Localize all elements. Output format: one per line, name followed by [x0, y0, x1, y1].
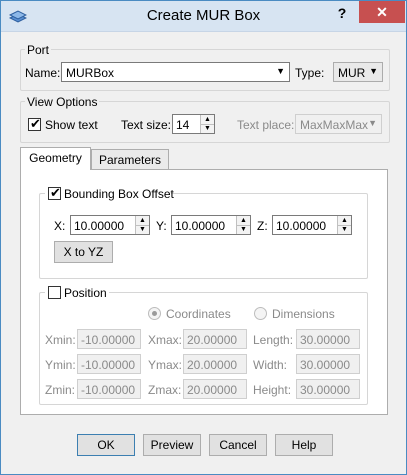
tab-parameters[interactable]: Parameters: [91, 149, 169, 171]
dialog-window: Create MUR Box ? ✕ Port Name: MURBox ▼ T…: [0, 0, 407, 475]
radio-selected-dot: [152, 311, 157, 316]
dimensions-radio[interactable]: [254, 307, 267, 320]
type-label: Type:: [295, 66, 325, 80]
y-offset-stepper[interactable]: ▲ ▼: [236, 216, 250, 234]
bounding-box-group: [39, 193, 368, 279]
name-value: MURBox: [66, 66, 115, 80]
title-bar[interactable]: Create MUR Box ? ✕: [1, 1, 406, 32]
xmax-value: 20.00000: [187, 333, 238, 347]
z-offset-value: 10.00000: [276, 219, 327, 233]
y-label: Y:: [156, 219, 167, 233]
coordinates-label[interactable]: Coordinates: [166, 307, 231, 321]
chevron-down-icon[interactable]: ▼: [369, 66, 378, 76]
port-group-title: Port: [25, 43, 52, 57]
dimensions-label[interactable]: Dimensions: [272, 307, 335, 321]
x-offset-spinbox[interactable]: 10.00000 ▲ ▼: [70, 215, 150, 235]
coordinates-radio[interactable]: [148, 307, 161, 320]
y-offset-value: 10.00000: [175, 219, 226, 233]
name-combobox[interactable]: MURBox ▼: [61, 62, 290, 82]
text-size-value: 14: [176, 118, 190, 132]
zmax-label: Zmax:: [148, 383, 182, 397]
length-field[interactable]: 30.00000: [296, 329, 360, 349]
zmin-value: -10.00000: [81, 383, 136, 397]
arrow-down-icon[interactable]: ▼: [338, 225, 351, 234]
name-label: Name:: [25, 66, 61, 80]
position-checkbox[interactable]: [48, 286, 61, 299]
chevron-down-icon[interactable]: ▼: [276, 66, 285, 76]
show-text-checkbox[interactable]: ✔: [28, 116, 41, 131]
ymin-field[interactable]: -10.00000: [77, 354, 141, 374]
bounding-box-label[interactable]: Bounding Box Offset: [64, 187, 174, 201]
z-offset-spinbox[interactable]: 10.00000 ▲ ▼: [272, 215, 352, 235]
position-label[interactable]: Position: [64, 286, 107, 300]
ymin-label: Ymin:: [45, 358, 76, 372]
ymin-value: -10.00000: [81, 358, 136, 372]
xmax-label: Xmax:: [148, 333, 183, 347]
y-offset-spinbox[interactable]: 10.00000 ▲ ▼: [171, 215, 251, 235]
ymax-label: Ymax:: [148, 358, 183, 372]
chevron-down-icon[interactable]: ▼: [368, 118, 377, 128]
xmin-field[interactable]: -10.00000: [77, 329, 141, 349]
x-offset-value: 10.00000: [74, 219, 125, 233]
preview-button[interactable]: Preview: [143, 434, 201, 456]
title-help-button[interactable]: ?: [331, 3, 353, 23]
check-icon: ✔: [50, 185, 61, 200]
ymax-value: 20.00000: [187, 358, 238, 372]
z-label: Z:: [257, 219, 268, 233]
text-size-stepper[interactable]: ▲ ▼: [200, 115, 214, 133]
text-place-combobox[interactable]: MaxMaxMax ▼: [295, 114, 382, 134]
type-value: MUR: [338, 66, 366, 80]
length-value: 30.00000: [300, 333, 351, 347]
text-size-spinbox[interactable]: 14 ▲ ▼: [172, 114, 215, 134]
x-label: X:: [54, 219, 66, 233]
ok-button[interactable]: OK: [77, 434, 135, 456]
width-label: Width:: [253, 358, 288, 372]
xmin-label: Xmin:: [45, 333, 76, 347]
width-value: 30.00000: [300, 358, 351, 372]
width-field[interactable]: 30.00000: [296, 354, 360, 374]
arrow-down-icon[interactable]: ▼: [201, 124, 214, 133]
arrow-down-icon[interactable]: ▼: [237, 225, 250, 234]
bounding-box-checkbox[interactable]: ✔: [48, 185, 61, 200]
height-field[interactable]: 30.00000: [296, 379, 360, 399]
height-label: Height:: [253, 383, 292, 397]
zmax-field[interactable]: 20.00000: [183, 379, 247, 399]
text-place-value: MaxMaxMax: [300, 118, 369, 132]
z-offset-stepper[interactable]: ▲ ▼: [337, 216, 351, 234]
zmax-value: 20.00000: [187, 383, 238, 397]
xmax-field[interactable]: 20.00000: [183, 329, 247, 349]
tab-geometry[interactable]: Geometry: [20, 147, 91, 170]
show-text-label[interactable]: Show text: [45, 118, 98, 132]
cancel-button[interactable]: Cancel: [209, 434, 267, 456]
xmin-value: -10.00000: [81, 333, 136, 347]
height-value: 30.00000: [300, 383, 351, 397]
type-combobox[interactable]: MUR ▼: [333, 62, 383, 82]
zmin-field[interactable]: -10.00000: [77, 379, 141, 399]
text-size-label: Text size:: [121, 118, 172, 132]
ymax-field[interactable]: 20.00000: [183, 354, 247, 374]
help-button[interactable]: Help: [275, 434, 333, 456]
x-offset-stepper[interactable]: ▲ ▼: [135, 216, 149, 234]
close-button[interactable]: ✕: [359, 1, 405, 23]
text-place-label: Text place:: [237, 118, 295, 132]
length-label: Length:: [253, 333, 294, 347]
arrow-down-icon[interactable]: ▼: [136, 225, 149, 234]
check-icon: ✔: [30, 116, 41, 131]
view-options-title: View Options: [25, 95, 100, 109]
x-to-yz-button[interactable]: X to YZ: [54, 241, 113, 263]
zmin-label: Zmin:: [45, 383, 75, 397]
